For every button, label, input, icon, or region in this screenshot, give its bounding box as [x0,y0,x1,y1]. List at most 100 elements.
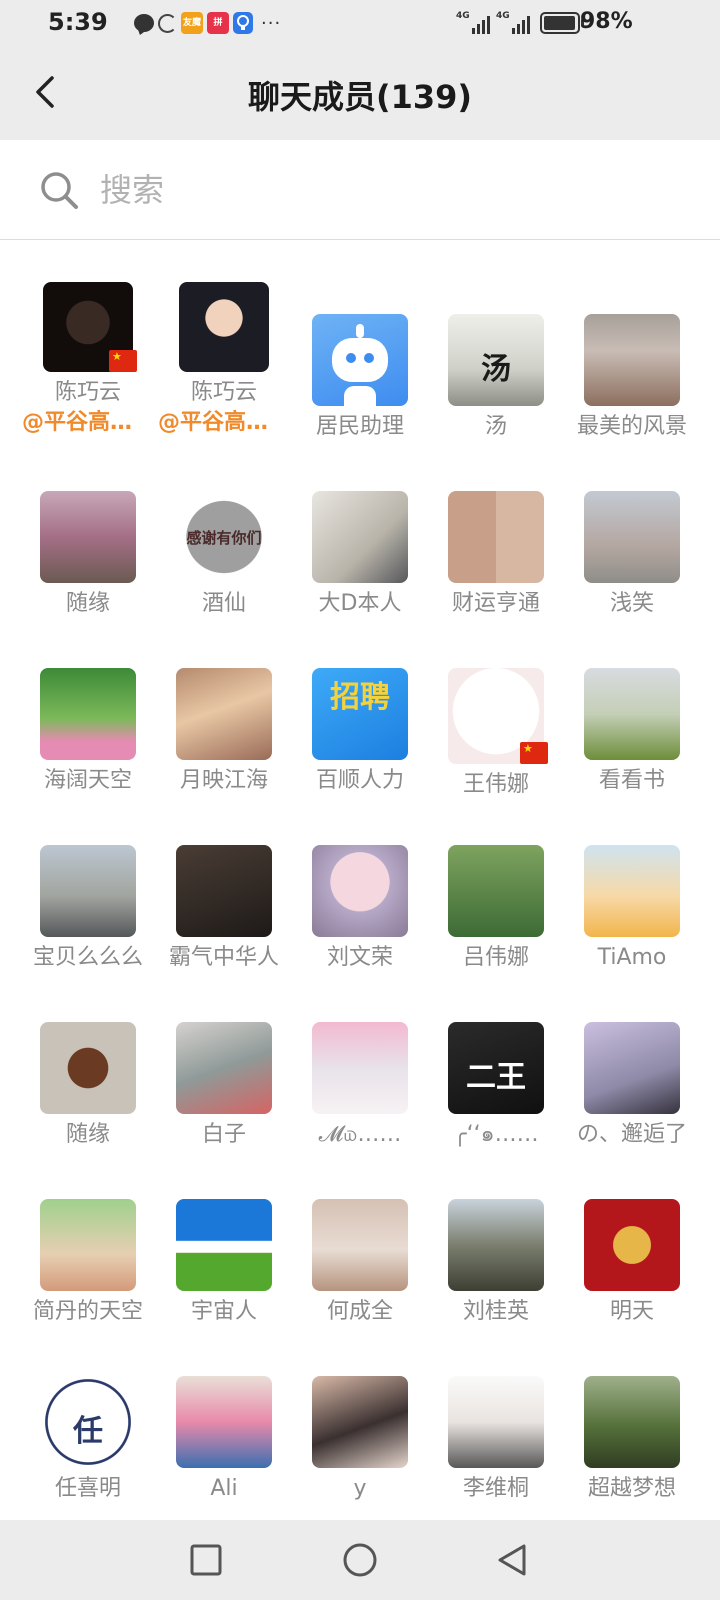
member-item[interactable]: 宝贝么么么 [20,795,156,972]
avatar [584,1022,680,1115]
avatar [312,845,408,938]
member-item[interactable]: 陈巧云 @平谷高中附近居民与师生 [20,264,156,441]
member-item[interactable]: 居民助理 [292,264,428,441]
member-item[interactable]: y [292,1326,428,1503]
china-flag-icon [520,742,548,764]
member-item[interactable]: の、邂逅了 [564,972,700,1149]
member-name: 宝贝么么么 [32,945,143,971]
avatar [176,1022,272,1115]
member-name: 任喜明 [54,1476,121,1502]
member-item[interactable]: 刘文荣 [292,795,428,972]
avatar: 任 [40,1376,136,1469]
member-item[interactable]: 陈巧云 @平谷高中附近居民与师生 [156,264,292,441]
member-name: 刘文荣 [326,945,393,971]
avatar: 招聘 [312,668,408,761]
more-notifications-icon: ··· [261,12,282,34]
member-item[interactable]: 招聘 百顺人力 [292,618,428,795]
avatar [584,845,680,938]
member-name: 居民助理 [315,414,404,440]
member-item[interactable]: 浅笑 [564,441,700,618]
avatar [448,1376,544,1469]
avatar: 汤 [448,314,544,407]
member-item[interactable]: 月映江海 [156,618,292,795]
square-recent-apps-icon[interactable] [186,1540,226,1580]
member-item[interactable]: 财运亨通 [428,441,564,618]
app-notification-icon: 友魔 [181,12,203,34]
avatar [179,282,269,372]
member-name: 最美的风景 [576,414,687,440]
avatar [448,491,544,584]
search-bar[interactable] [0,140,720,240]
member-name: 月映江海 [179,768,268,794]
member-item[interactable]: 看看书 [564,618,700,795]
shopping-app-icon: 拼 [207,12,229,34]
member-item[interactable]: 明天 [564,1149,700,1326]
member-name: y [353,1476,367,1502]
avatar [448,1199,544,1292]
avatar [40,1199,136,1292]
signal-icon: 4G [456,12,490,34]
member-name: 王伟娜 [462,772,529,795]
member-item[interactable]: 宇宙人 [156,1149,292,1326]
member-name: 白子 [201,1122,246,1148]
member-item[interactable]: 霸气中华人 [156,795,292,972]
member-name: 霸气中华人 [168,945,279,971]
member-name: 宇宙人 [190,1299,257,1325]
avatar-text: 二王 [466,1060,526,1095]
status-right: 4G 4G [456,10,584,36]
member-item[interactable]: 任 任喜明 [20,1326,156,1503]
member-name: 陈巧云 [190,380,257,405]
avatar [40,491,136,584]
status-time: 5:39 [48,8,108,36]
triangle-back-icon[interactable] [492,1540,532,1580]
battery-percent: 98% [580,9,633,34]
member-name: 汤 [484,414,507,440]
member-item[interactable]: 刘桂英 [428,1149,564,1326]
search-icon [41,172,78,209]
search-input[interactable] [100,165,680,215]
member-item[interactable]: 简丹的天空 [20,1149,156,1326]
robot-avatar [312,314,408,407]
avatar-text: 任 [73,1414,103,1449]
member-name: ╭‘‘๑…… [453,1122,539,1148]
member-item[interactable]: Ali [156,1326,292,1503]
avatar [176,1199,272,1292]
member-item[interactable]: 随缘 [20,972,156,1149]
member-item[interactable]: 感谢有你们 酒仙 [156,441,292,618]
member-name: 浅笑 [609,591,654,617]
member-item[interactable]: 王伟娜 [428,618,564,795]
lightbulb-app-icon [233,12,253,34]
circle-home-icon[interactable] [340,1540,380,1580]
avatar [584,668,680,761]
member-item[interactable]: 二王 ╭‘‘๑…… [428,972,564,1149]
member-name: 大D本人 [318,591,402,617]
member-name: 明天 [609,1299,654,1325]
member-item[interactable]: 最美的风景 [564,264,700,441]
status-bar: 5:39 友魔 拼 ··· 4G 4G 98% [0,0,720,46]
member-name: 李维桐 [462,1476,529,1502]
avatar [584,1199,680,1292]
heart-avatar: 感谢有你们 [176,491,272,584]
member-item[interactable]: 超越梦想 [564,1326,700,1503]
member-name: 𝓜௰…… [318,1122,402,1148]
member-item[interactable]: 汤 汤 [428,264,564,441]
chat-notification-icon [134,14,154,32]
avatar [40,1022,136,1115]
member-item[interactable]: 白子 [156,972,292,1149]
avatar [312,1199,408,1292]
notification-icons: 友魔 拼 ··· [134,11,281,35]
member-item[interactable]: 李维桐 [428,1326,564,1503]
avatar [448,845,544,938]
member-item[interactable]: 𝓜௰…… [292,972,428,1149]
member-name: 随缘 [65,591,110,617]
avatar [584,314,680,407]
member-name: 何成全 [326,1299,393,1325]
member-item[interactable]: 何成全 [292,1149,428,1326]
member-item[interactable]: 大D本人 [292,441,428,618]
member-item[interactable]: 吕伟娜 [428,795,564,972]
member-item[interactable]: 随缘 [20,441,156,618]
member-item[interactable]: 海阔天空 [20,618,156,795]
avatar [176,845,272,938]
member-mention: @平谷高中附近居民与师生 [158,410,290,435]
member-item[interactable]: TiAmo [564,795,700,972]
